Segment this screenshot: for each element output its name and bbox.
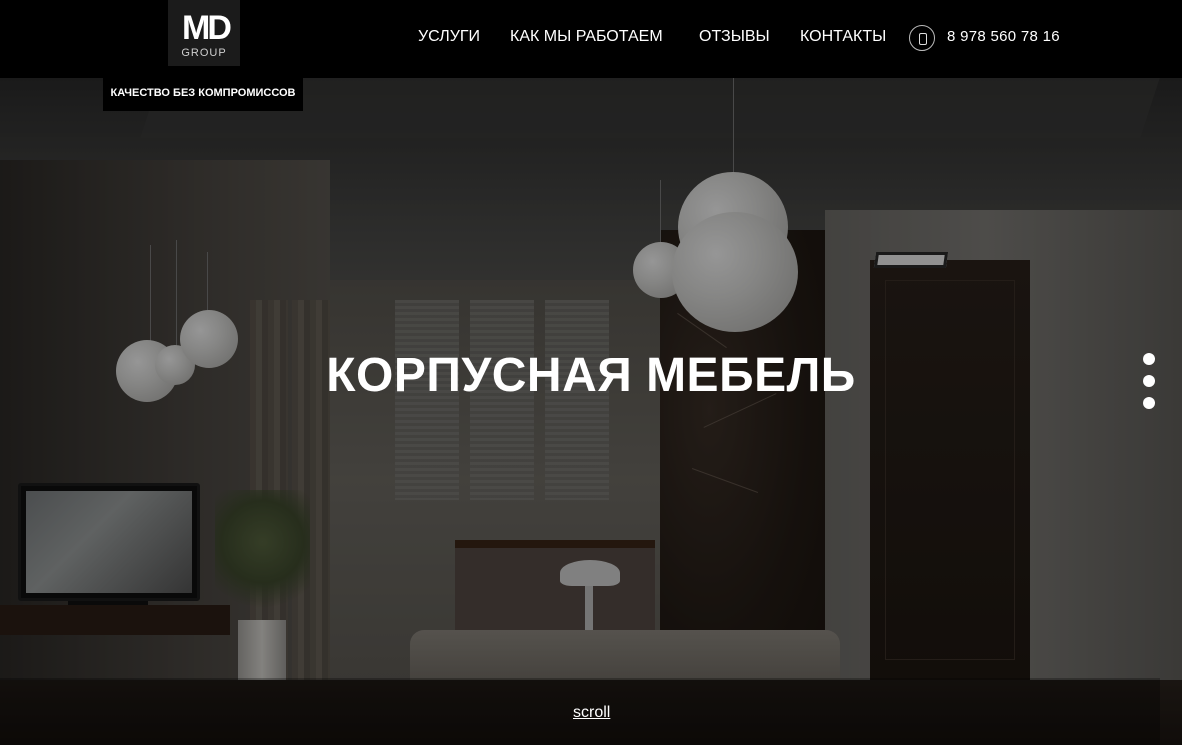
logo[interactable]: MD GROUP [168,0,240,66]
scroll-link[interactable]: scroll [573,704,610,722]
hero-title: КОРПУСНАЯ МЕБЕЛЬ [326,349,856,402]
nav-contacts[interactable]: КОНТАКТЫ [800,28,886,46]
slide-dot-1[interactable] [1143,353,1155,365]
phone-number[interactable]: 8 978 560 78 16 [947,28,1060,45]
nav-services[interactable]: УСЛУГИ [418,28,480,46]
header: MD GROUP УСЛУГИ КАК МЫ РАБОТАЕМ ОТЗЫВЫ К… [0,0,1182,78]
slide-dot-2[interactable] [1143,375,1155,387]
slide-pagination [1143,353,1155,419]
tagline: КАЧЕСТВО БЕЗ КОМПРОМИССОВ [103,78,303,111]
slide-dot-3[interactable] [1143,397,1155,409]
logo-letters: MD [182,9,232,47]
phone-icon [909,25,935,51]
nav-how-we-work[interactable]: КАК МЫ РАБОТАЕМ [510,28,663,46]
logo-mark: MD [176,7,232,49]
nav-reviews[interactable]: ОТЗЫВЫ [699,28,770,46]
